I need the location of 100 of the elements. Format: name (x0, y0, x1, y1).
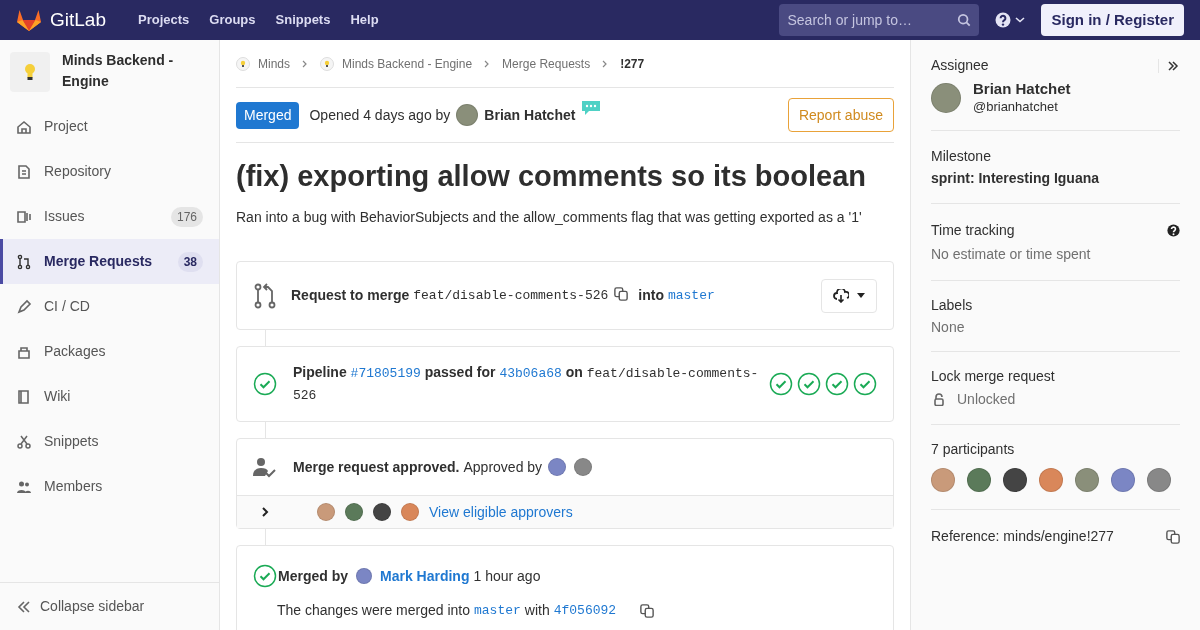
sidebar-item[interactable]: Snippets (0, 419, 219, 464)
time-tracking-value: No estimate or time spent (931, 245, 1092, 264)
avatar (574, 458, 593, 476)
bulb-icon (10, 52, 50, 92)
sidebar-item[interactable]: Packages (0, 329, 219, 374)
collapse-icon[interactable] (1158, 58, 1180, 73)
chat-icon (581, 100, 602, 116)
breadcrumb-link[interactable]: !277 (620, 54, 645, 73)
user-link[interactable]: Mark Harding (380, 565, 470, 587)
chevron-icon (484, 59, 491, 68)
author-link[interactable]: Brian Hatchet (484, 104, 576, 126)
project-name[interactable]: Minds Backend - Engine (62, 50, 209, 92)
copy-icon[interactable] (640, 603, 655, 618)
nav-link[interactable]: Groups (201, 10, 264, 30)
sidebar-item[interactable]: Issues 176 (0, 194, 219, 239)
success-icon[interactable] (769, 372, 793, 396)
download-dropdown[interactable] (821, 278, 877, 313)
help-icon[interactable] (1167, 223, 1180, 237)
home-icon (16, 118, 32, 135)
approved-text: Merge request approved. (293, 457, 460, 477)
search-icon (957, 13, 972, 27)
caret-icon[interactable] (1015, 16, 1026, 24)
breadcrumb-link[interactable]: Merge Requests (502, 54, 591, 73)
avatar (373, 503, 391, 521)
avatar (967, 468, 991, 492)
avatar (1003, 468, 1027, 492)
success-icon (253, 372, 277, 396)
nav-link[interactable]: Snippets (267, 10, 339, 30)
search-field[interactable]: Search or jump to… (779, 4, 980, 36)
section-heading: Lock merge request (931, 367, 1056, 386)
bulb-icon (236, 56, 250, 71)
description-text: Ran into a bug with BehaviorSubjects and the allow_comments flag that was getting exported as a '1' (236, 208, 863, 227)
avatar (548, 458, 567, 476)
chevron-icon (302, 59, 308, 68)
labels-value: None (931, 318, 966, 337)
approved-by-text: Approved by (463, 457, 543, 477)
chevron-icon (602, 59, 609, 68)
copy-icon[interactable] (1166, 529, 1180, 544)
sidebar-item[interactable]: Merge Requests 38 (0, 239, 219, 284)
status-badge: Merged (236, 101, 300, 129)
count-badge: 176 (170, 206, 203, 227)
scissors-icon (16, 433, 32, 450)
avatar (931, 83, 961, 113)
merged-text: The changes were merged into (277, 601, 470, 620)
document-icon (16, 163, 32, 180)
gitlab-logo[interactable]: GitLab (16, 5, 106, 35)
avatar (317, 503, 335, 521)
issues-icon (16, 208, 32, 225)
approval-icon (253, 456, 277, 478)
lock-value: Unlocked (957, 390, 1016, 409)
section-heading: Assignee (931, 56, 990, 75)
chevron-icon (261, 507, 269, 517)
avatar (1111, 468, 1135, 492)
caret-icon (857, 293, 865, 298)
time-text: 1 hour ago (473, 566, 541, 586)
copy-icon[interactable] (614, 286, 629, 301)
eligible-approvers-link[interactable]: View eligible approvers (429, 501, 573, 523)
breadcrumb-link[interactable]: Minds Backend - Engine (342, 54, 473, 73)
milestone-value[interactable]: sprint: Interesting Iguana (931, 167, 1180, 189)
sidebar-item[interactable]: Project (0, 104, 219, 149)
double-chevron-icon (16, 598, 32, 615)
book-icon (16, 388, 32, 405)
success-icon[interactable] (797, 372, 821, 396)
nav-link[interactable]: Help (342, 10, 387, 30)
sidebar-item[interactable]: Members (0, 464, 219, 509)
avatar (1039, 468, 1063, 492)
section-heading: Milestone (931, 147, 992, 166)
avatar (456, 104, 479, 126)
sidebar-item[interactable]: Repository (0, 149, 219, 194)
commit-link[interactable]: 4f056092 (553, 600, 617, 621)
section-heading: Labels (931, 296, 974, 315)
source-branch: feat/disable-comments-526 (413, 286, 609, 305)
success-icon[interactable] (825, 372, 849, 396)
help-icon[interactable] (995, 12, 1012, 28)
merge-request-icon (253, 282, 277, 309)
success-icon[interactable] (853, 372, 877, 396)
collapse-sidebar-button[interactable]: Collapse sidebar (0, 582, 219, 630)
avatar (1075, 468, 1099, 492)
bulb-icon (320, 56, 334, 71)
widget-label: Request to merge (291, 286, 410, 305)
section-heading: 7 participants (931, 440, 1016, 459)
count-badge: 38 (177, 251, 203, 272)
section-heading: Time tracking (931, 221, 1016, 240)
merge-request-title: (fix) exporting allow comments so its boolean (236, 159, 868, 193)
sign-in-button[interactable]: Sign in / Register (1041, 4, 1184, 36)
padlock-icon (933, 393, 945, 406)
branch-link[interactable]: master (474, 600, 521, 621)
merge-request-icon (16, 253, 32, 270)
assignee-name[interactable]: Brian Hatchet (973, 80, 1071, 98)
nav-link[interactable]: Projects (130, 10, 198, 30)
sidebar-item[interactable]: CI / CD (0, 284, 219, 329)
avatar (931, 468, 955, 492)
success-icon (253, 564, 277, 588)
assignee-username: @brianhatchet (973, 98, 1059, 116)
target-branch-link[interactable]: master (667, 285, 715, 306)
avatar (356, 568, 372, 584)
merged-by-text: Merged by (278, 566, 348, 586)
breadcrumb-link[interactable]: Minds (258, 54, 290, 73)
reference-text: Reference: minds/engine!277 (931, 527, 1115, 546)
sidebar-item[interactable]: Wiki (0, 374, 219, 419)
